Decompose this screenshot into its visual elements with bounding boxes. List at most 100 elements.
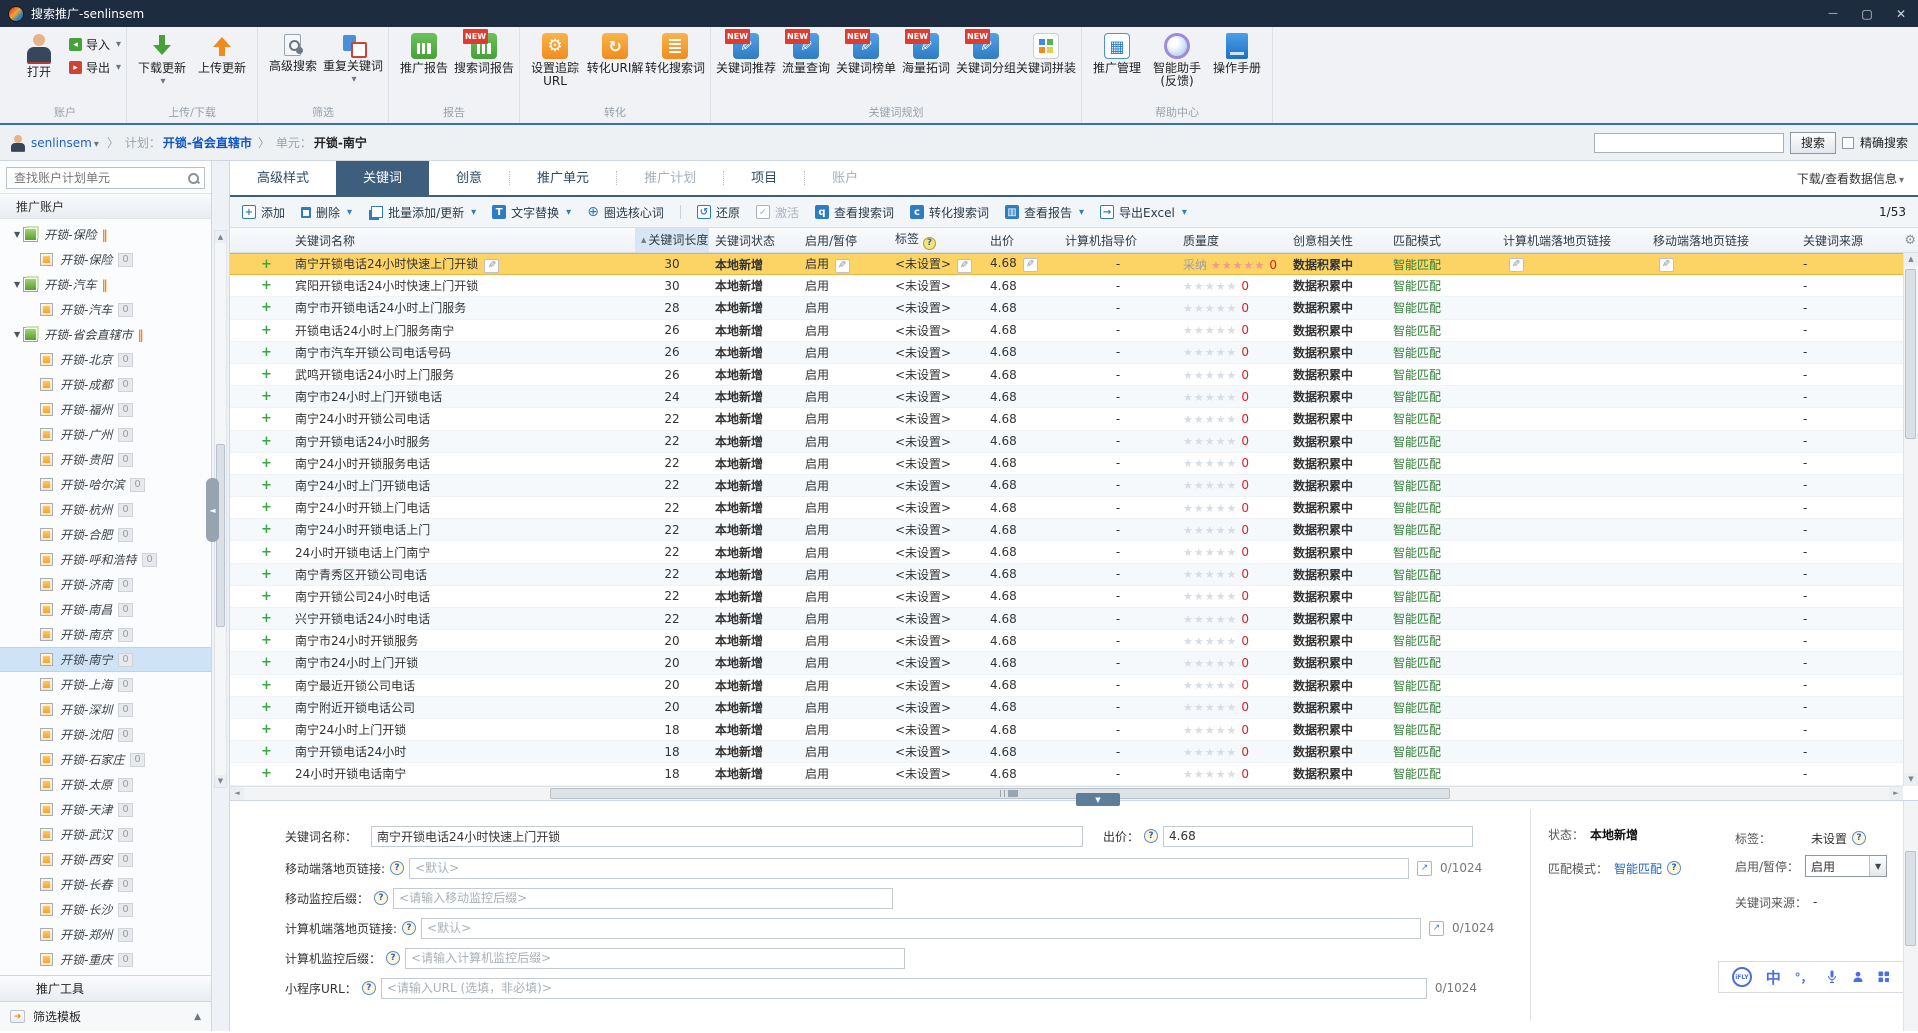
restore-button[interactable]: ↺ 还原 — [696, 204, 740, 221]
import-button[interactable]: 导入 — [69, 36, 121, 53]
ifly-logo-icon[interactable]: iFLY — [1731, 967, 1752, 987]
global-search-input[interactable] — [1593, 132, 1784, 153]
table-row[interactable]: 南宁开锁公司24小时电话 22 本地新增 启用 <未设置> 4.68 - 0 数… — [230, 586, 1903, 608]
tag-cell[interactable]: <未设置> — [889, 277, 984, 294]
table-row[interactable]: 南宁24小时开锁上门电话 22 本地新增 启用 <未设置> 4.68 - 0 数… — [230, 497, 1903, 520]
tab-project[interactable]: 项目 — [724, 161, 804, 195]
table-row[interactable]: 南宁市开锁电话24小时上门服务 28 本地新增 启用 <未设置> 4.68 - … — [230, 297, 1903, 320]
edit-icon[interactable] — [1509, 257, 1524, 272]
table-row[interactable]: 南宁市24小时上门开锁电话 24 本地新增 启用 <未设置> 4.68 - 0 … — [230, 386, 1903, 409]
bid-cell[interactable]: 4.68 — [984, 279, 1059, 293]
tag-cell[interactable]: <未设置> — [889, 499, 984, 516]
table-row[interactable]: 南宁最近开锁公司电话 20 本地新增 启用 <未设置> 4.68 - 0 数据积… — [230, 675, 1903, 697]
keyword-name-cell[interactable]: 南宁青秀区开锁公司电话 — [289, 566, 635, 583]
bid-cell[interactable]: 4.68 — [984, 478, 1059, 492]
bid-cell[interactable]: 4.68 — [984, 523, 1059, 537]
header-keyword-name[interactable]: 关键词名称 — [289, 232, 635, 249]
scrollbar-thumb[interactable] — [1905, 269, 1916, 439]
onoff-cell[interactable]: 启用 — [799, 410, 889, 427]
header-quality[interactable]: 质量度 — [1177, 232, 1287, 249]
plus-icon[interactable] — [261, 367, 272, 382]
column-settings-gear-icon[interactable] — [1904, 233, 1916, 248]
plus-icon[interactable] — [261, 500, 272, 515]
mobile-landing-input[interactable] — [409, 857, 1410, 879]
tree-item[interactable]: ▼ 开锁-西安 0 — [0, 847, 211, 872]
miniprogram-url-input[interactable] — [380, 977, 1427, 999]
tree-item[interactable]: ▼ 开锁-省会直辖市 — [0, 322, 211, 347]
add-button[interactable]: + 添加 — [242, 204, 285, 221]
punctuation-icon[interactable]: °， — [1795, 969, 1813, 986]
keyword-name-cell[interactable]: 24小时开锁电话上门南宁 — [289, 544, 635, 561]
table-row[interactable]: 南宁市汽车开锁公司电话号码 26 本地新增 启用 <未设置> 4.68 - 0 … — [230, 341, 1903, 364]
tree-item[interactable]: ▼ 开锁-哈尔滨 0 — [0, 472, 211, 497]
table-row[interactable]: 南宁市24小时上门开锁 20 本地新增 启用 <未设置> 4.68 - 0 数据… — [230, 652, 1903, 675]
tree-item[interactable]: ▼ 开锁-济南 0 — [0, 572, 211, 597]
bid-cell[interactable]: 4.68 — [984, 567, 1059, 581]
onoff-cell[interactable]: 启用 — [799, 433, 889, 450]
bid-cell[interactable]: 4.68 — [984, 700, 1059, 714]
tag-cell[interactable]: <未设置> — [889, 654, 984, 671]
tag-cell[interactable]: <未设置> — [889, 765, 984, 782]
download-update-button[interactable]: 下载更新 — [132, 30, 192, 88]
scroll-left-icon[interactable]: ◄ — [230, 787, 244, 800]
keyword-name-cell[interactable]: 南宁24小时开锁上门电话 — [289, 499, 635, 516]
bid-cell[interactable]: 4.68 — [984, 545, 1059, 559]
table-row[interactable]: 24小时开锁电话南宁 18 本地新增 启用 <未设置> 4.68 - 0 数据积… — [230, 763, 1903, 786]
pc-landing-input[interactable] — [421, 917, 1422, 939]
keyword-name-cell[interactable]: 宾阳开锁电话24小时快速上门开锁 — [289, 277, 635, 294]
tag-cell[interactable]: <未设置> — [889, 299, 984, 316]
sidebar-search-box[interactable] — [6, 167, 205, 189]
help-icon[interactable] — [374, 891, 389, 905]
delete-button[interactable]: 删除 — [301, 204, 352, 221]
bid-cell[interactable]: 4.68 — [984, 501, 1059, 515]
onoff-cell[interactable]: 启用 — [799, 366, 889, 383]
download-view-data-link[interactable]: 下载/查看数据信息 — [1797, 161, 1904, 199]
plus-icon[interactable] — [261, 478, 272, 493]
table-horizontal-scrollbar[interactable]: ◄ ► — [230, 786, 1903, 800]
onoff-select[interactable]: 启用 — [1805, 855, 1888, 877]
conversion-search-term-button[interactable]: 转化搜索词 — [645, 30, 705, 75]
help-icon[interactable] — [1144, 829, 1159, 843]
advanced-search-button[interactable]: 高级搜索 — [263, 30, 323, 73]
table-row[interactable]: 南宁24小时上门开锁 18 本地新增 启用 <未设置> 4.68 - 0 数据积… — [230, 719, 1903, 742]
row-add-cell[interactable] — [255, 744, 289, 759]
tree-item[interactable]: ▼ 开锁-太原 0 — [0, 772, 211, 797]
header-keyword-source[interactable]: 关键词来源 — [1797, 232, 1903, 249]
row-add-cell[interactable] — [255, 345, 289, 360]
plus-icon[interactable] — [261, 300, 272, 315]
maximize-button[interactable] — [1850, 0, 1884, 27]
tag-cell[interactable]: <未设置> — [889, 544, 984, 561]
scroll-up-icon[interactable]: ▲ — [215, 231, 226, 243]
sidebar-collapse-handle[interactable] — [206, 478, 219, 542]
onoff-cell[interactable]: 启用 — [799, 566, 889, 583]
header-keyword-status[interactable]: 关键词状态 — [709, 232, 799, 249]
tag-cell[interactable]: <未设置> — [889, 366, 984, 383]
plus-icon[interactable] — [261, 567, 272, 582]
onoff-cell[interactable]: 启用 — [799, 322, 889, 339]
bid-cell[interactable]: 4.68 — [984, 434, 1059, 448]
keyword-name-cell[interactable]: 南宁附近开锁电话公司 — [289, 699, 635, 716]
tag-cell[interactable]: <未设置> — [889, 322, 984, 339]
scroll-up-icon[interactable]: ▲ — [1904, 253, 1918, 266]
tree-item[interactable]: ▼ 开锁-长春 0 — [0, 872, 211, 897]
onoff-cell[interactable]: 启用 — [799, 743, 889, 760]
tree-item[interactable]: ▼ 开锁-呼和浩特 0 — [0, 547, 211, 572]
tree-item[interactable]: ▼ 开锁-广州 0 — [0, 422, 211, 447]
plus-icon[interactable] — [261, 611, 272, 626]
onoff-cell[interactable]: 启用 — [799, 765, 889, 782]
search-button[interactable]: 搜索 — [1789, 131, 1836, 154]
plus-icon[interactable] — [261, 522, 272, 537]
keyword-name-cell[interactable]: 南宁开锁公司24小时电话 — [289, 588, 635, 605]
tag-cell[interactable]: <未设置> — [889, 433, 984, 450]
tree-item[interactable]: ▼ 开锁-南昌 0 — [0, 597, 211, 622]
bid-cell[interactable]: 4.68 — [984, 656, 1059, 670]
tree-item[interactable]: ▼ 开锁-重庆 0 — [0, 947, 211, 972]
tag-cell[interactable]: <未设置> — [889, 699, 984, 716]
bid-cell[interactable]: 4.68 — [984, 390, 1059, 404]
pc-suffix-input[interactable] — [405, 947, 906, 969]
tag-cell[interactable]: <未设置> — [889, 743, 984, 760]
row-add-cell[interactable] — [255, 300, 289, 315]
match-mode-link[interactable]: 智能匹配 — [1614, 860, 1662, 877]
plus-icon[interactable] — [261, 411, 272, 426]
bid-input[interactable] — [1163, 825, 1474, 847]
